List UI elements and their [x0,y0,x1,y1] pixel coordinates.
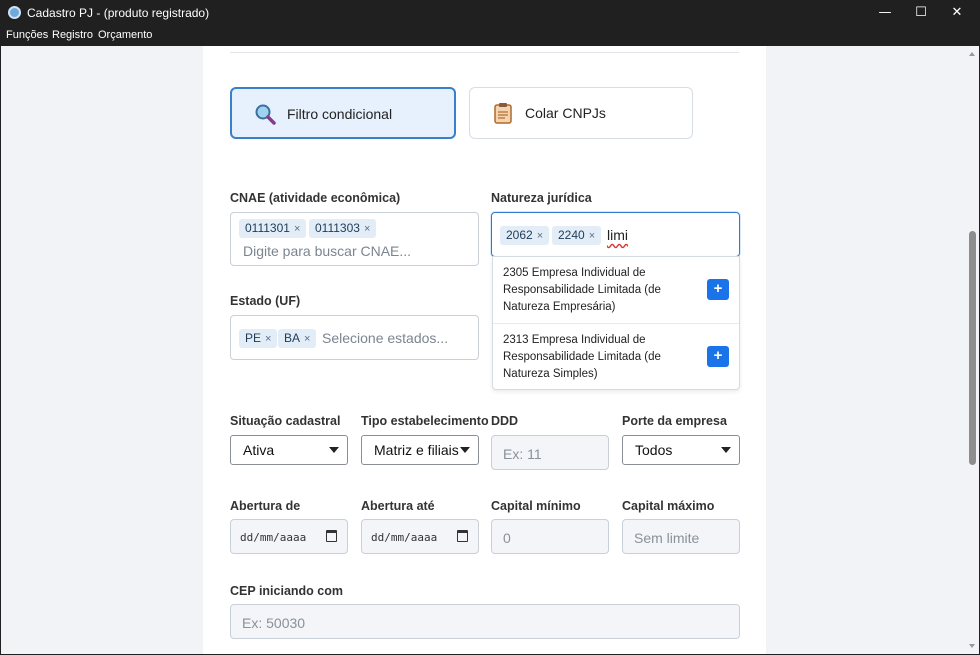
ddd-placeholder: Ex: 11 [503,446,542,462]
menu-registro[interactable]: Registro [52,29,93,41]
porte-select[interactable]: Todos [622,435,740,465]
chip-label: 0111303 [315,221,360,235]
tipo-label: Tipo estabelecimento [361,414,489,428]
option-text: 2305 Empresa Individual de Responsabilid… [503,267,661,313]
cnae-chip: 0111303 × [309,219,377,238]
situacao-select[interactable]: Ativa [230,435,348,465]
estado-multiselect[interactable]: PE × BA × Selecione estados... [230,315,479,360]
porte-value: Todos [635,442,673,458]
window-title: Cadastro PJ - (produto registrado) [27,6,210,20]
date-format: dd/mm/aaaa [371,531,438,544]
capital-min-input[interactable]: 0 [491,519,609,554]
chip-label: PE [245,331,262,345]
form-card: Filtro condicional Colar CNPJs CNAE (ati… [203,46,766,654]
cep-label: CEP iniciando com [230,584,343,598]
scroll-thumb[interactable] [969,231,976,465]
natureza-chip: 2240 × [552,226,602,245]
porte-label: Porte da empresa [622,414,727,428]
main-content: Filtro condicional Colar CNPJs CNAE (ati… [1,46,979,654]
chip-remove-icon[interactable]: × [589,230,595,242]
cnae-chip: 0111301 × [239,219,307,238]
estado-label: Estado (UF) [230,294,301,308]
add-option-button[interactable]: + [707,279,729,300]
abertura-de-label: Abertura de [230,499,301,513]
dropdown-option[interactable]: 2305 Empresa Individual de Responsabilid… [493,257,739,323]
close-button[interactable]: ✕ [934,0,980,26]
chip-remove-icon[interactable]: × [537,230,543,242]
chip-remove-icon[interactable]: × [294,223,300,235]
chevron-down-icon [329,447,339,453]
paste-mode-label: Colar CNPJs [525,105,606,121]
calendar-icon[interactable] [326,530,337,542]
date-format: dd/mm/aaaa [240,531,307,544]
cep-input[interactable]: Ex: 50030 [230,604,740,639]
divider [230,52,739,53]
natureza-chip: 2062 × [500,226,550,245]
tipo-value: Matriz e filiais [374,442,459,458]
cep-placeholder: Ex: 50030 [242,615,306,631]
app-icon [8,6,21,19]
chevron-down-icon [460,447,470,453]
cnae-multiselect[interactable]: 0111301 × 0111303 × Digite para buscar CNA… [230,212,479,266]
cnae-label: CNAE (atividade econômica) [230,191,401,205]
situacao-value: Ativa [243,442,275,458]
chip-label: 2062 [506,228,533,242]
chip-label: BA [284,331,301,345]
calendar-icon[interactable] [457,530,468,542]
natureza-dropdown: 2305 Empresa Individual de Responsabilid… [492,256,740,390]
capital-min-placeholder: 0 [503,530,511,546]
chip-label: 0111301 [245,221,290,235]
estado-placeholder: Selecione estados... [322,330,449,346]
chip-remove-icon[interactable]: × [304,333,310,345]
paste-mode-button[interactable]: Colar CNPJs [469,87,693,139]
capital-max-placeholder: Sem limite [634,530,700,546]
capital-min-label: Capital mínimo [491,499,581,513]
chip-remove-icon[interactable]: × [265,333,271,345]
estado-chip: BA × [278,329,317,348]
chip-label: 2240 [558,228,585,242]
abertura-ate-label: Abertura até [361,499,435,513]
magnifier-icon [255,104,276,125]
natureza-search-text[interactable]: limi [607,227,628,243]
add-option-button[interactable]: + [707,346,729,367]
menu-orcamento[interactable]: Orçamento [98,29,152,41]
dropdown-option[interactable]: 2313 Empresa Individual de Responsabilid… [493,323,739,389]
option-text: 2313 Empresa Individual de Responsabilid… [503,334,661,380]
scroll-up-icon[interactable] [969,52,975,56]
chip-remove-icon[interactable]: × [364,223,370,235]
ddd-input[interactable]: Ex: 11 [491,435,609,470]
capital-max-label: Capital máximo [622,499,715,513]
cnae-placeholder: Digite para buscar CNAE... [243,243,412,259]
abertura-de-input[interactable]: dd/mm/aaaa [230,519,348,554]
filter-mode-button[interactable]: Filtro condicional [230,87,456,139]
chevron-down-icon [721,447,731,453]
clipboard-icon [494,103,512,124]
situacao-label: Situação cadastral [230,414,341,428]
estado-chip: PE × [239,329,278,348]
natureza-label: Natureza jurídica [491,191,592,205]
vertical-scrollbar[interactable] [966,46,978,654]
natureza-multiselect[interactable]: 2062 × 2240 × limi [491,212,740,257]
filter-mode-label: Filtro condicional [287,106,393,122]
menu-funcoes[interactable]: Funções [6,29,48,41]
title-bar: Cadastro PJ - (produto registrado) — ☐ ✕ [0,0,980,26]
capital-max-input[interactable]: Sem limite [622,519,740,554]
tipo-select[interactable]: Matriz e filiais [361,435,479,465]
abertura-ate-input[interactable]: dd/mm/aaaa [361,519,479,554]
scroll-down-icon[interactable] [969,644,975,648]
ddd-label: DDD [491,414,519,428]
menu-bar: Funções Registro Orçamento [0,26,980,46]
